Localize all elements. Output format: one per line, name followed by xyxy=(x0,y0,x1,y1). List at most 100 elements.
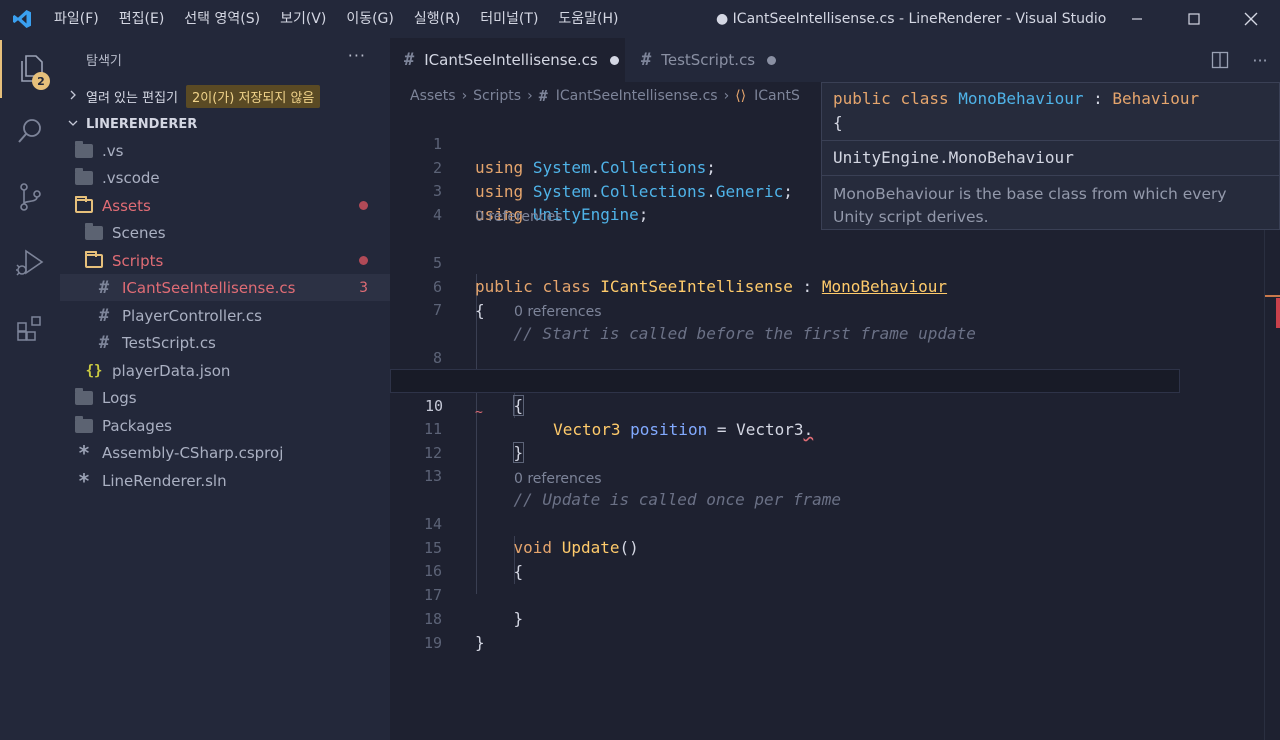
csharp-file-icon: # xyxy=(538,87,548,105)
code-line: 8 void Start() xyxy=(432,349,629,391)
menu-edit[interactable]: 편집(E) xyxy=(109,0,175,38)
code-line: 9 { xyxy=(433,373,525,416)
breadcrumb-item[interactable]: ICantS xyxy=(754,88,800,104)
tree-item-icantseeintellisense[interactable]: # ICantSeeIntellisense.cs 3 xyxy=(60,274,390,301)
tree-item-playerdata[interactable]: {} playerData.json xyxy=(60,357,390,384)
tree-item-label: ICantSeeIntellisense.cs xyxy=(122,278,296,297)
tab-testscript[interactable]: # TestScript.cs xyxy=(627,38,787,82)
tree-item-csproj[interactable]: * Assembly-CSharp.csproj xyxy=(60,439,390,466)
menu-selection[interactable]: 선택 영역(S) xyxy=(174,0,270,38)
menu-go[interactable]: 이동(G) xyxy=(336,0,404,38)
hover-description: MonoBehaviour is the base class from whi… xyxy=(833,185,1227,226)
modified-indicator xyxy=(359,256,368,265)
tree-item-label: LineRenderer.sln xyxy=(102,471,227,490)
csharp-file-icon: # xyxy=(641,50,652,70)
extensions-icon[interactable] xyxy=(0,300,60,358)
tab-label: ICantSeeIntellisense.cs xyxy=(424,51,598,69)
code-line: 18 } xyxy=(423,610,485,652)
asterisk-icon: * xyxy=(78,468,90,493)
chevron-right-icon xyxy=(60,89,86,104)
vscode-logo-icon xyxy=(0,0,44,38)
code-line: 12 xyxy=(423,444,442,462)
menu-bar: 파일(F) 편집(E) 선택 영역(S) 보기(V) 이동(G) 실행(R) 터… xyxy=(44,0,629,38)
csharp-file-icon: # xyxy=(98,305,110,326)
menu-file[interactable]: 파일(F) xyxy=(44,0,109,38)
search-icon[interactable] xyxy=(0,102,60,160)
tree-item-logs[interactable]: Logs xyxy=(60,384,390,411)
menu-terminal[interactable]: 터미널(T) xyxy=(470,0,548,38)
code-line: 7 // Start is called before the first fr… xyxy=(432,301,976,343)
codelens-references[interactable]: 0 references xyxy=(514,469,602,489)
tree-item-playercontroller[interactable]: # PlayerController.cs xyxy=(60,302,390,329)
maximize-button[interactable] xyxy=(1165,0,1223,38)
hover-signature: public class MonoBehaviour : Behaviour xyxy=(833,89,1200,108)
minimize-button[interactable] xyxy=(1108,0,1166,38)
codelens-references[interactable]: 0 references xyxy=(475,207,563,227)
tree-item-label: Assembly-CSharp.csproj xyxy=(102,443,284,462)
tree-item-sln[interactable]: * LineRenderer.sln xyxy=(60,467,390,494)
folder-icon xyxy=(74,167,94,187)
chevron-right-icon: › xyxy=(723,88,730,104)
code-line: 11 } xyxy=(423,420,525,463)
error-count: 3 xyxy=(359,279,368,296)
tree-item-label: playerData.json xyxy=(112,361,231,380)
codelens-references[interactable]: 0 references xyxy=(514,302,602,322)
tree-item-label: .vscode xyxy=(102,168,160,187)
explorer-icon[interactable]: 2 xyxy=(0,40,60,98)
error-marker xyxy=(1276,298,1280,328)
menu-run[interactable]: 실행(R) xyxy=(404,0,470,38)
workspace-folder-header[interactable]: LINERENDERER xyxy=(60,112,390,136)
code-line: 19 xyxy=(423,634,442,652)
sidebar-title: 탐색기 xyxy=(86,54,122,69)
folder-icon xyxy=(74,387,94,407)
activity-bar: 2 xyxy=(0,38,60,740)
code-line: 16 xyxy=(423,562,442,580)
code-line: 14 void Update() xyxy=(423,515,639,557)
menu-help[interactable]: 도움말(H) xyxy=(548,0,628,38)
explorer-sidebar: 탐색기 ··· 열려 있는 편집기 2이(가) 저장되지 않음 LINEREND… xyxy=(60,38,390,740)
unsaved-dot-icon[interactable] xyxy=(609,55,619,65)
more-actions-icon[interactable]: ··· xyxy=(1240,51,1280,70)
code-line: 15 { xyxy=(423,539,524,581)
run-debug-icon[interactable] xyxy=(0,234,60,292)
csharp-file-icon: # xyxy=(98,332,110,353)
explorer-badge: 2 xyxy=(32,72,50,90)
tree-item-testscript[interactable]: # TestScript.cs xyxy=(60,329,390,356)
tree-item-label: Scenes xyxy=(112,223,166,242)
sidebar-more-button[interactable]: ··· xyxy=(348,46,366,65)
tree-item-label: Assets xyxy=(102,196,151,215)
breadcrumb-item[interactable]: Assets xyxy=(410,88,456,104)
tree-item-label: TestScript.cs xyxy=(122,333,216,352)
chevron-right-icon: › xyxy=(461,88,468,104)
menu-view[interactable]: 보기(V) xyxy=(270,0,336,38)
folder-open-icon xyxy=(74,195,94,215)
tree-item-label: PlayerController.cs xyxy=(122,306,262,325)
breadcrumb-item[interactable]: ICantSeeIntellisense.cs xyxy=(556,88,718,104)
tree-item-vs[interactable]: .vs xyxy=(60,137,390,164)
source-control-icon[interactable] xyxy=(0,168,60,226)
tab-label: TestScript.cs xyxy=(661,51,756,69)
open-editors-section[interactable]: 열려 있는 편집기 2이(가) 저장되지 않음 xyxy=(60,83,390,109)
tree-item-packages[interactable]: Packages xyxy=(60,412,390,439)
tree-item-label: Scripts xyxy=(112,251,164,270)
class-symbol-icon: ⟨⟩ xyxy=(735,88,747,104)
tree-item-scenes[interactable]: Scenes xyxy=(60,219,390,246)
unsaved-dot-icon[interactable] xyxy=(767,55,777,65)
close-button[interactable] xyxy=(1222,0,1280,38)
json-file-icon: {} xyxy=(85,362,103,379)
unsaved-badge: 2이(가) 저장되지 않음 xyxy=(186,84,321,108)
csharp-file-icon: # xyxy=(404,50,415,70)
folder-open-icon xyxy=(84,250,104,270)
tab-icantseeintellisense[interactable]: # ICantSeeIntellisense.cs xyxy=(390,38,625,82)
hover-fully-qualified-name: UnityEngine.MonoBehaviour xyxy=(833,148,1074,167)
tree-item-scripts[interactable]: Scripts xyxy=(60,247,390,274)
open-editors-label: 열려 있는 편집기 xyxy=(86,90,178,106)
cursor-marker xyxy=(1265,295,1280,297)
breadcrumb-item[interactable]: Scripts xyxy=(473,88,521,104)
tree-item-label: .vs xyxy=(102,141,124,160)
tree-item-vscode[interactable]: .vscode xyxy=(60,164,390,191)
split-editor-icon[interactable] xyxy=(1200,51,1240,69)
folder-icon xyxy=(74,140,94,160)
tree-item-assets[interactable]: Assets xyxy=(60,192,390,219)
window-title: ● ICantSeeIntellisense.cs - LineRenderer… xyxy=(716,11,1108,27)
